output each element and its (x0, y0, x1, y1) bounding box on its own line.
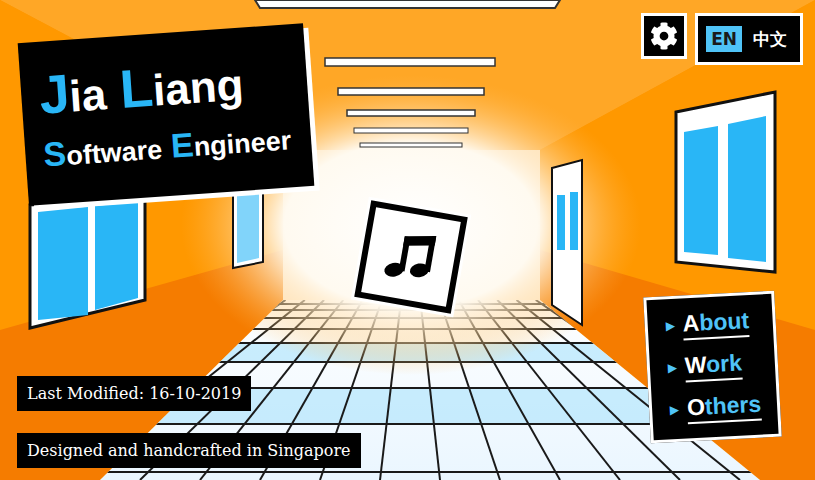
overlay: JiaLiangSoftwareEngineerEN中文Last Modifie… (0, 0, 815, 480)
footer: Last Modified: 16-10-2019 Designed and ha… (17, 376, 361, 468)
arrow-icon: ▶ (665, 319, 675, 333)
role-word: Software (42, 127, 163, 174)
gear-icon (650, 22, 678, 50)
menu-label: Others (686, 391, 762, 425)
title-card: JiaLiangSoftwareEngineer (18, 23, 315, 206)
music-note-icon (375, 221, 447, 293)
top-controls: EN中文 (641, 13, 803, 65)
language-toggle: EN中文 (695, 13, 803, 65)
name-word: Liang (118, 50, 245, 120)
language-option[interactable]: EN (706, 26, 742, 52)
menu-label: Work (684, 349, 743, 382)
settings-button[interactable] (641, 13, 687, 59)
menu-label: About (682, 307, 750, 340)
footer-label: Last Modified: 16-10-2019 (17, 376, 251, 411)
role-heading: SoftwareEngineer (42, 118, 292, 174)
arrow-icon: ▶ (670, 403, 680, 417)
menu-item[interactable]: ▶ About (665, 307, 758, 342)
name-heading: JiaLiang (37, 47, 289, 126)
main-menu: ▶ About ▶ Work ▶ Others (643, 291, 782, 444)
music-toggle[interactable] (354, 200, 468, 314)
name-word: Jia (37, 59, 108, 126)
menu-item[interactable]: ▶ Work (667, 349, 760, 384)
home-page: JiaLiangSoftwareEngineerEN中文Last Modifie… (0, 0, 815, 480)
language-option[interactable]: 中文 (748, 25, 792, 54)
menu-item[interactable]: ▶ Others (669, 391, 762, 426)
arrow-icon: ▶ (668, 361, 678, 375)
role-word: Engineer (170, 118, 293, 165)
footer-label: Designed and handcrafted in Singapore (17, 433, 361, 468)
